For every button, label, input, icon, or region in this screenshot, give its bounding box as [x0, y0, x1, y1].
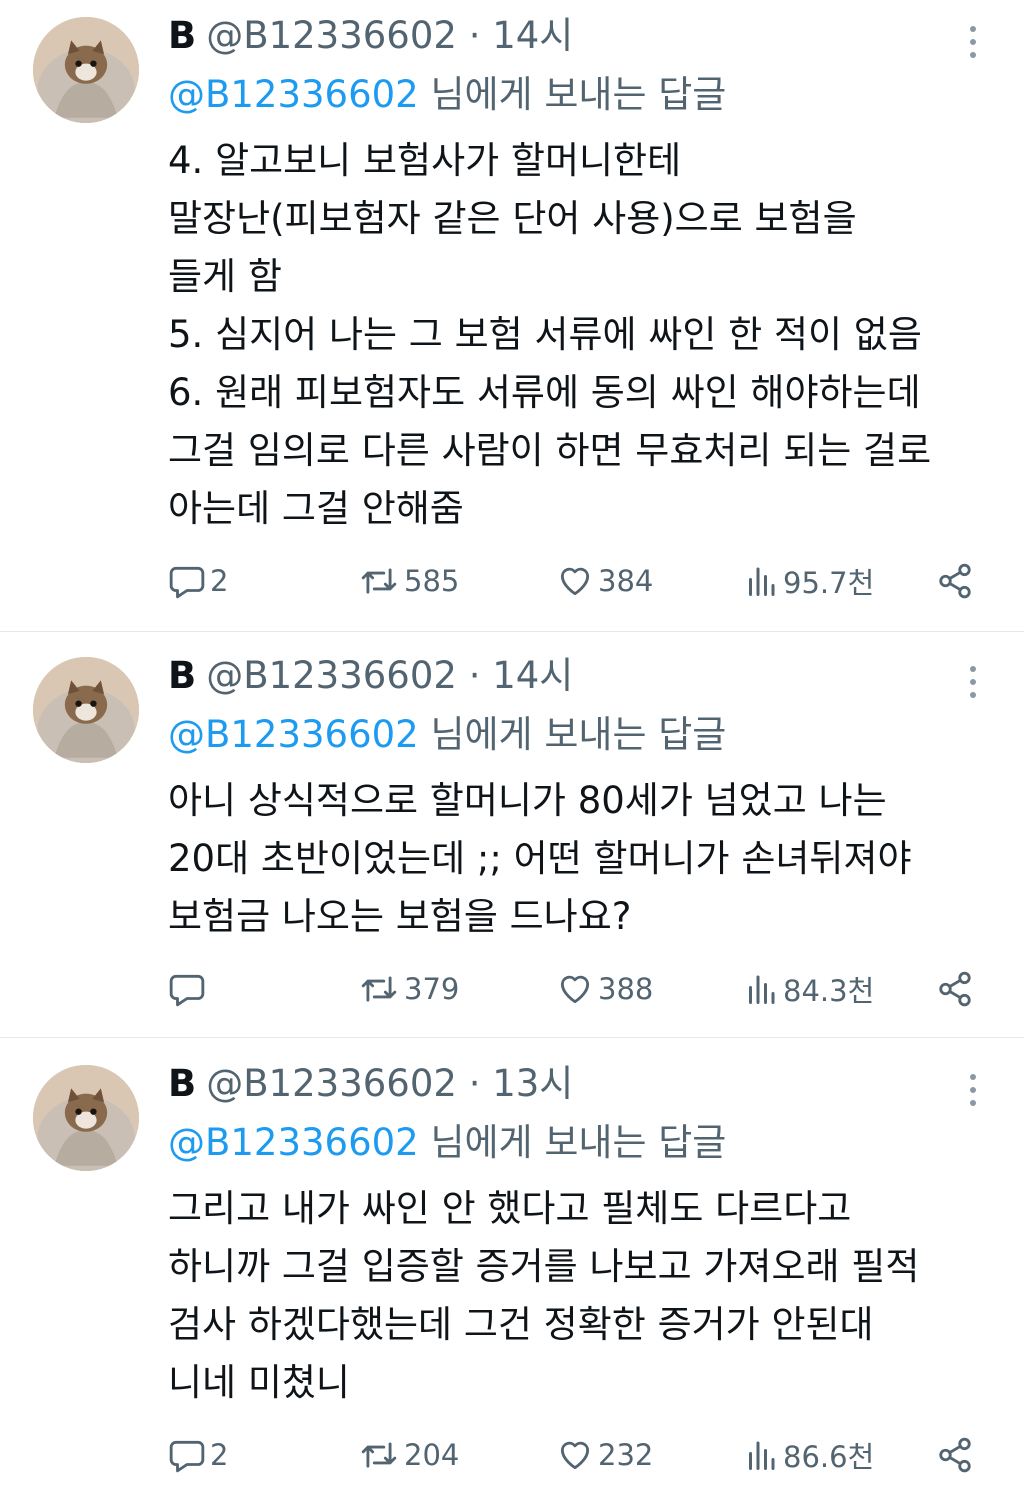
views-count: 86.6천: [783, 1440, 875, 1474]
retweet-button[interactable]: 585: [358, 558, 459, 604]
reply-mention-link[interactable]: @B12336602: [168, 713, 419, 756]
share-button[interactable]: [936, 558, 974, 604]
share-button[interactable]: [936, 1432, 974, 1478]
action-bar: 379 388 84.3천: [168, 966, 988, 1012]
handle[interactable]: @B12336602: [206, 1062, 457, 1105]
views-button[interactable]: 95.7천: [743, 558, 874, 604]
reply-mention-link[interactable]: @B12336602: [168, 73, 419, 116]
tweet-text: 아니 상식적으로 할머니가 80세가 넘었고 나는 20대 초반이었는데 ;; …: [168, 779, 912, 938]
heart-icon: [560, 1441, 590, 1470]
reply-button[interactable]: [168, 966, 210, 1012]
avatar[interactable]: [33, 1065, 139, 1171]
views-button[interactable]: 84.3천: [743, 966, 874, 1012]
more-icon[interactable]: [956, 662, 990, 702]
retweet-count: 204: [404, 1438, 460, 1472]
reply-button[interactable]: 2: [168, 1432, 228, 1478]
like-count: 384: [598, 564, 654, 598]
avatar[interactable]: [33, 657, 139, 763]
views-icon: [749, 975, 775, 1004]
views-count: 84.3천: [783, 974, 875, 1008]
tweet-text: 그리고 내가 싸인 안 했다고 필체도 다르다고 하니까 그걸 입증할 증거를 …: [168, 1187, 920, 1404]
heart-icon: [560, 975, 590, 1004]
views-count: 95.7천: [783, 566, 875, 600]
timestamp[interactable]: · 14시: [469, 654, 574, 697]
handle[interactable]: @B12336602: [206, 14, 457, 57]
retweet-button[interactable]: 204: [358, 1432, 459, 1478]
like-button[interactable]: 232: [556, 1432, 653, 1478]
reply-context-text: 님에게 보내는 답글: [418, 1121, 727, 1164]
more-icon[interactable]: [956, 22, 990, 62]
views-button[interactable]: 86.6천: [743, 1432, 874, 1478]
retweet-icon: [361, 1442, 397, 1468]
tweet-header: B @B12336602 · 14시: [168, 14, 573, 58]
more-icon[interactable]: [956, 1070, 990, 1110]
reply-context: @B12336602 님에게 보내는 답글: [168, 72, 726, 118]
tweet-header: B @B12336602 · 14시: [168, 654, 573, 698]
action-bar: 2 585 384 95.7천: [168, 558, 988, 604]
like-button[interactable]: 388: [556, 966, 653, 1012]
like-count: 388: [598, 972, 654, 1006]
retweet-icon: [361, 568, 397, 594]
handle[interactable]: @B12336602: [206, 654, 457, 697]
tweet[interactable]: B @B12336602 · 13시 @B12336602 님에게 보내는 답글 …: [0, 1048, 1024, 1510]
retweet-count: 379: [404, 972, 460, 1006]
views-icon: [749, 567, 775, 596]
share-icon: [939, 1437, 971, 1473]
heart-icon: [560, 567, 590, 596]
timestamp[interactable]: · 14시: [469, 14, 574, 57]
display-name[interactable]: B: [168, 1062, 196, 1105]
reply-context: @B12336602 님에게 보내는 답글: [168, 1120, 726, 1166]
timestamp[interactable]: · 13시: [469, 1062, 574, 1105]
reply-context: @B12336602 님에게 보내는 답글: [168, 712, 726, 758]
avatar[interactable]: [33, 17, 139, 123]
tweet-text: 4. 알고보니 보험사가 할머니한테 말장난(피보험자 같은 단어 사용)으로 …: [168, 139, 932, 530]
tweet[interactable]: B @B12336602 · 14시 @B12336602 님에게 보내는 답글 …: [0, 640, 1024, 1038]
reply-context-text: 님에게 보내는 답글: [418, 73, 727, 116]
retweet-count: 585: [404, 564, 460, 598]
reply-icon: [169, 1440, 205, 1473]
reply-button[interactable]: 2: [168, 558, 228, 604]
action-bar: 2 204 232 86.6천: [168, 1432, 988, 1478]
reply-icon: [169, 974, 205, 1007]
display-name[interactable]: B: [168, 14, 196, 57]
like-button[interactable]: 384: [556, 558, 653, 604]
display-name[interactable]: B: [168, 654, 196, 697]
share-icon: [939, 971, 971, 1007]
share-button[interactable]: [936, 966, 974, 1012]
reply-context-text: 님에게 보내는 답글: [418, 713, 727, 756]
like-count: 232: [598, 1438, 654, 1472]
share-icon: [939, 563, 971, 599]
tweet-header: B @B12336602 · 13시: [168, 1062, 573, 1106]
retweet-icon: [361, 976, 397, 1002]
views-icon: [749, 1441, 775, 1470]
reply-count: 2: [210, 1438, 229, 1472]
tweet[interactable]: B @B12336602 · 14시 @B12336602 님에게 보내는 답글 …: [0, 0, 1024, 632]
retweet-button[interactable]: 379: [358, 966, 459, 1012]
reply-icon: [169, 566, 205, 599]
reply-count: 2: [210, 564, 229, 598]
reply-mention-link[interactable]: @B12336602: [168, 1121, 419, 1164]
